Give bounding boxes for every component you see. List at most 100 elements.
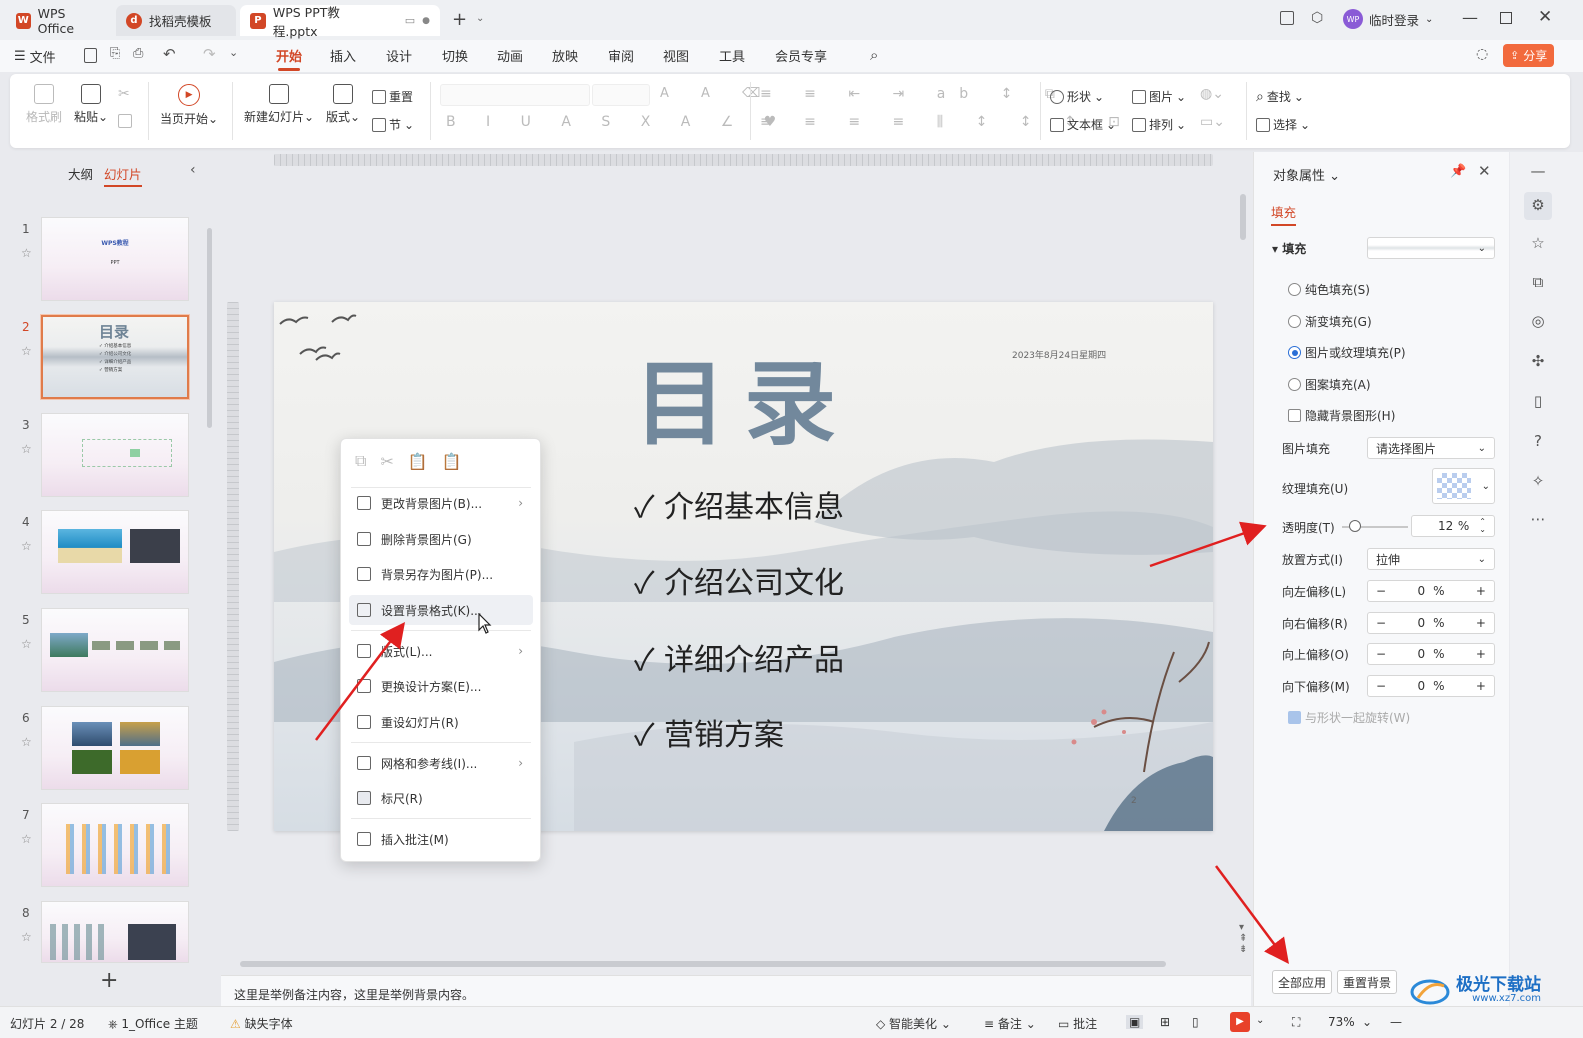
tab-list-chevron-icon[interactable]: ⌄: [476, 13, 484, 24]
decrement-icon[interactable]: −: [1376, 679, 1386, 693]
solid-fill-option[interactable]: 纯色填充(S): [1288, 281, 1370, 298]
offset-down-stepper[interactable]: − 0% +: [1367, 675, 1495, 697]
offset-left-stepper[interactable]: − 0% +: [1367, 580, 1495, 602]
properties-icon[interactable]: ⚙: [1524, 192, 1552, 220]
new-tab-icon[interactable]: +: [452, 9, 467, 30]
star-icon[interactable]: ☆: [21, 344, 32, 358]
save-icon[interactable]: [84, 48, 97, 63]
find-button[interactable]: ⌕ 查找 ⌄: [1256, 88, 1304, 105]
copy-icon[interactable]: ⧉: [355, 451, 366, 471]
delete-background-picture-item[interactable]: 删除背景图片(G): [349, 524, 533, 554]
transparency-slider-thumb[interactable]: [1349, 520, 1361, 532]
book-icon[interactable]: ▯: [1528, 392, 1548, 412]
slideshow-play-icon[interactable]: ▶: [1230, 1012, 1250, 1032]
zoom-level[interactable]: 73%: [1328, 1015, 1355, 1029]
collapse-panel-icon[interactable]: ‹: [190, 162, 196, 178]
slide-title[interactable]: 目录: [634, 330, 854, 463]
decrement-icon[interactable]: −: [1376, 647, 1386, 661]
offset-right-stepper[interactable]: − 0% +: [1367, 612, 1495, 634]
slide-thumbnail-2[interactable]: 目录 ✓ 介绍基本信息 ✓ 介绍公司文化 ✓ 详细介绍产品 ✓ 营销方案: [41, 315, 189, 399]
comment-toggle[interactable]: ▭ 批注: [1058, 1015, 1097, 1032]
increment-icon[interactable]: +: [1476, 584, 1486, 598]
page-nav-icons[interactable]: ▾ ⇞ ⇟: [1239, 922, 1247, 955]
search-icon[interactable]: ⌕: [870, 46, 878, 64]
fill-section-header[interactable]: ▾ 填充: [1272, 240, 1306, 257]
close-window-icon[interactable]: ✕: [1538, 7, 1552, 27]
star-icon[interactable]: ☆: [1528, 234, 1548, 254]
menu-member[interactable]: 会员专享: [775, 46, 827, 65]
grid-guides-item[interactable]: 网格和参考线(I)... ›: [349, 748, 533, 778]
ruler-item[interactable]: 标尺(R): [349, 783, 533, 813]
editor-vertical-scrollbar[interactable]: [1240, 194, 1246, 240]
minimize-strip-icon[interactable]: —: [1528, 162, 1548, 182]
sorter-view-icon[interactable]: ⊞: [1160, 1015, 1170, 1029]
slideshow-chevron-icon[interactable]: ⌄: [1256, 1015, 1264, 1026]
picture-fill-select[interactable]: 请选择图片 ⌄: [1367, 437, 1495, 459]
zoom-chevron-icon[interactable]: ⌄: [1362, 1015, 1372, 1029]
new-slide-button[interactable]: 新建幻灯片⌄: [244, 84, 314, 125]
textbox-button[interactable]: 文本框 ⌄: [1050, 116, 1116, 133]
increment-icon[interactable]: +: [1476, 679, 1486, 693]
slide-date[interactable]: 2023年8月24日星期四: [1012, 348, 1106, 361]
menu-animation[interactable]: 动画: [497, 46, 523, 65]
cut-icon[interactable]: ✂: [380, 452, 393, 471]
paste-icon[interactable]: 📋: [408, 452, 428, 471]
menu-slideshow[interactable]: 放映: [552, 46, 578, 65]
spinner-icon[interactable]: ⌃ ⌄: [1479, 518, 1486, 534]
menu-review[interactable]: 审阅: [608, 46, 634, 65]
notes-pane[interactable]: 这里是举例备注内容，这里是举例背景内容。: [221, 975, 1251, 1006]
export-icon[interactable]: ⎘: [110, 46, 120, 61]
theme-indicator[interactable]: ⎈ 1_Office 主题: [108, 1015, 198, 1032]
apply-to-all-button[interactable]: 全部应用: [1272, 970, 1333, 994]
plugin-icon[interactable]: ✧: [1528, 472, 1548, 492]
reset-background-button[interactable]: 重置背景: [1337, 970, 1398, 994]
save-background-as-picture-item[interactable]: 背景另存为图片(P)...: [349, 559, 533, 589]
normal-view-icon[interactable]: ▣: [1126, 1015, 1144, 1029]
arrange-button[interactable]: 排列 ⌄: [1132, 116, 1186, 133]
fill-tab[interactable]: 填充: [1271, 202, 1297, 226]
reading-view-icon[interactable]: ▯: [1192, 1015, 1199, 1029]
maximize-icon[interactable]: [1500, 12, 1512, 24]
redo-icon[interactable]: ↷: [203, 45, 216, 63]
font-size-select[interactable]: [592, 84, 650, 106]
font-size-adjust-icons[interactable]: A A ⌫: [660, 86, 774, 101]
help-icon[interactable]: ?: [1528, 432, 1548, 452]
zoom-out-icon[interactable]: —: [1390, 1015, 1402, 1029]
select-button[interactable]: 选择 ⌄: [1256, 116, 1310, 133]
transparency-input[interactable]: 12% ⌃ ⌄: [1411, 515, 1495, 537]
menu-insert[interactable]: 插入: [330, 46, 356, 65]
outline-tab[interactable]: 大纲: [68, 164, 93, 183]
decrement-icon[interactable]: −: [1376, 584, 1386, 598]
slide-thumbnail-6[interactable]: [41, 706, 189, 790]
menu-home[interactable]: 开始: [276, 46, 302, 71]
slide-item-2[interactable]: ✓ 介绍公司文化: [634, 558, 844, 602]
menu-design[interactable]: 设计: [386, 46, 412, 65]
close-panel-icon[interactable]: ✕: [1478, 162, 1491, 180]
slide-thumbnail-8[interactable]: [41, 901, 189, 963]
undo-icon[interactable]: ↶: [163, 45, 176, 63]
slide-thumbnail-7[interactable]: [41, 803, 189, 887]
reset-slide-item[interactable]: 重设幻灯片(R): [349, 707, 533, 737]
quick-access-chevron-icon[interactable]: ⌄: [229, 46, 238, 59]
fill-color-icon[interactable]: ◍⌄: [1200, 86, 1224, 102]
fit-window-icon[interactable]: ⛶: [1292, 1015, 1300, 1030]
editor-horizontal-scrollbar[interactable]: [240, 961, 1166, 967]
picture-fill-option[interactable]: 图片或纹理填充(P): [1288, 344, 1406, 361]
texture-fill-select[interactable]: ⌄: [1432, 468, 1495, 504]
decrement-icon[interactable]: −: [1376, 616, 1386, 630]
font-family-select[interactable]: [440, 84, 590, 106]
minimize-icon[interactable]: —: [1462, 8, 1478, 27]
horizontal-ruler[interactable]: [274, 154, 1213, 166]
tab-wps-home[interactable]: W WPS Office: [6, 5, 110, 36]
tools-icon[interactable]: ✣: [1528, 352, 1548, 372]
format-painter-button[interactable]: 格式刷: [26, 84, 62, 125]
insert-comment-item[interactable]: 插入批注(M): [349, 824, 533, 854]
section-button[interactable]: 节 ⌄: [372, 116, 414, 133]
star-icon[interactable]: ☆: [21, 930, 32, 944]
shape-button[interactable]: 形状 ⌄: [1050, 88, 1104, 105]
text-style-icons[interactable]: B I U A S X A ∠ ♥: [446, 114, 789, 130]
star-icon[interactable]: ☆: [21, 442, 32, 456]
increment-icon[interactable]: +: [1476, 616, 1486, 630]
more-icon[interactable]: ⋯: [1528, 510, 1548, 530]
layout-icon[interactable]: [1280, 11, 1294, 25]
